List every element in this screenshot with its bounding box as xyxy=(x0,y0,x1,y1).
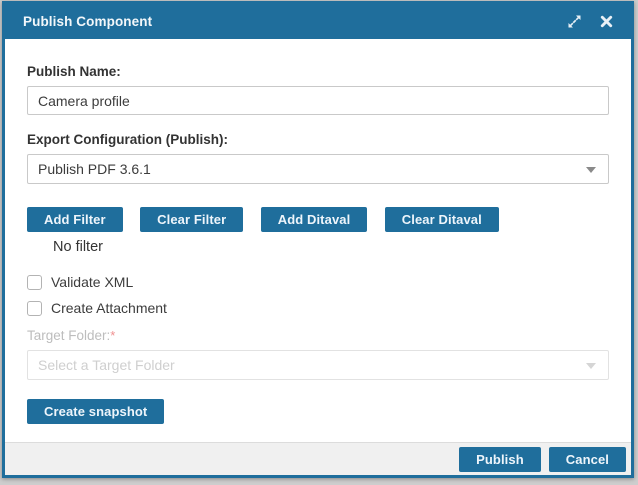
cancel-button[interactable]: Cancel xyxy=(549,447,626,472)
publish-name-label: Publish Name: xyxy=(27,64,609,79)
dialog-footer: Publish Cancel xyxy=(5,442,631,475)
create-attachment-checkbox[interactable] xyxy=(27,301,42,316)
export-config-selected-value: Publish PDF 3.6.1 xyxy=(38,161,151,177)
caret-down-icon xyxy=(586,167,596,173)
clear-ditaval-button[interactable]: Clear Ditaval xyxy=(385,207,499,232)
required-asterisk: * xyxy=(110,328,115,343)
target-folder-placeholder: Select a Target Folder xyxy=(38,357,175,373)
validate-xml-checkbox[interactable] xyxy=(27,275,42,290)
expand-icon[interactable] xyxy=(566,13,583,30)
target-folder-select: Select a Target Folder xyxy=(27,350,609,380)
filter-button-row: Add Filter Clear Filter Add Ditaval Clea… xyxy=(27,207,609,232)
validate-xml-row: Validate XML xyxy=(27,274,609,290)
create-attachment-row: Create Attachment xyxy=(27,300,609,316)
caret-down-icon xyxy=(586,363,596,369)
publish-component-dialog: Publish Component Publish Name: Export C… xyxy=(2,1,634,478)
export-config-label: Export Configuration (Publish): xyxy=(27,132,609,147)
snapshot-row: Create snapshot xyxy=(27,399,609,424)
dialog-title: Publish Component xyxy=(23,14,551,29)
clear-filter-button[interactable]: Clear Filter xyxy=(140,207,243,232)
dialog-body: Publish Name: Export Configuration (Publ… xyxy=(5,39,631,442)
dialog-titlebar: Publish Component xyxy=(5,4,631,39)
close-icon[interactable] xyxy=(598,13,615,30)
filter-status-text: No filter xyxy=(27,239,609,255)
add-filter-button[interactable]: Add Filter xyxy=(27,207,123,232)
publish-button[interactable]: Publish xyxy=(459,447,541,472)
publish-name-input[interactable] xyxy=(27,86,609,115)
validate-xml-label: Validate XML xyxy=(51,274,133,290)
checkbox-group: Validate XML Create Attachment xyxy=(27,274,609,316)
create-snapshot-button[interactable]: Create snapshot xyxy=(27,399,164,424)
add-ditaval-button[interactable]: Add Ditaval xyxy=(261,207,368,232)
export-config-select[interactable]: Publish PDF 3.6.1 xyxy=(27,154,609,184)
create-attachment-label: Create Attachment xyxy=(51,300,167,316)
target-folder-label: Target Folder:* xyxy=(27,328,609,343)
